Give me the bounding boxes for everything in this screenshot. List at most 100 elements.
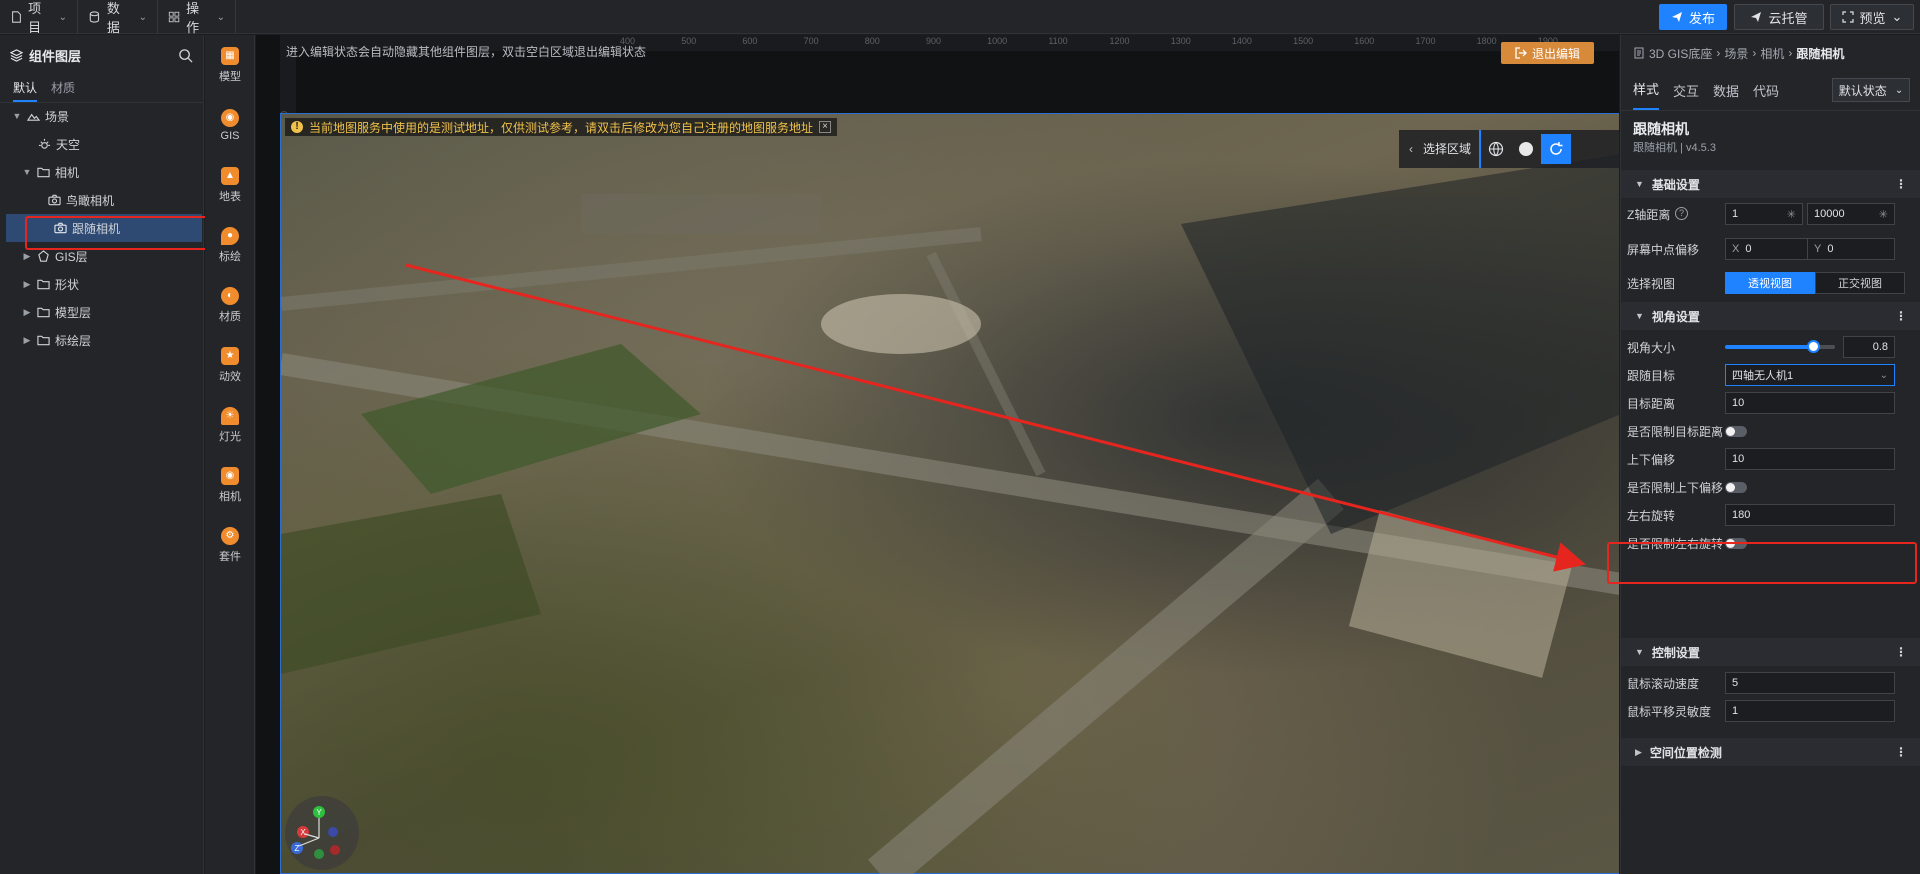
section-space-detection[interactable]: ▶ 空间位置检测 ⋮: [1621, 738, 1920, 766]
tree-item-shape[interactable]: ▶ 形状: [0, 270, 204, 298]
scroll-speed-input[interactable]: 5: [1725, 672, 1895, 694]
building-shadow: [1181, 154, 1619, 534]
tree-item-plot-layer[interactable]: ▶ 标绘层: [0, 326, 204, 354]
tree-item-sky[interactable]: 天空: [0, 130, 204, 158]
rotate-icon[interactable]: [1541, 134, 1572, 164]
tree-item-camera-folder[interactable]: ▼ 相机: [0, 158, 204, 186]
z-max-value: 10000: [1814, 208, 1845, 220]
tree-item-model-layer[interactable]: ▶ 模型层: [0, 298, 204, 326]
light-icon: ☀: [221, 406, 239, 425]
target-distance-input[interactable]: 10: [1725, 392, 1895, 414]
tool-label: 材质: [219, 310, 241, 323]
tool-camera[interactable]: ◉ 相机: [205, 459, 255, 511]
section-control[interactable]: ▼ 控制设置 ⋮: [1621, 638, 1920, 666]
tab-data[interactable]: 数据: [1713, 81, 1739, 100]
road: [281, 227, 982, 311]
close-icon[interactable]: ×: [819, 121, 832, 133]
more-icon[interactable]: ⋮: [1895, 745, 1907, 759]
sphere-icon[interactable]: [1511, 134, 1541, 164]
folder-icon: [37, 279, 50, 290]
menu-operate[interactable]: 操作 ⌄: [158, 0, 236, 35]
section-view[interactable]: ▼ 视角设置 ⋮: [1621, 302, 1920, 330]
help-icon[interactable]: ?: [1675, 207, 1688, 220]
breadcrumb-item[interactable]: 3D GIS底座: [1649, 45, 1712, 62]
z-max-input[interactable]: 10000 ✳: [1807, 203, 1895, 225]
tool-model[interactable]: ▦ 模型: [205, 39, 255, 91]
ruler-tick-label: 1800: [1476, 36, 1497, 46]
preview-button[interactable]: 预览 ⌄: [1830, 4, 1914, 30]
chevron-down-icon: ⌄: [1891, 9, 1903, 24]
field-label: 左右旋转: [1627, 508, 1676, 523]
state-select[interactable]: 默认状态 ⌄: [1832, 78, 1910, 102]
publish-label: 发布: [1688, 10, 1715, 26]
effect-icon: ★: [221, 346, 239, 365]
tab-interaction[interactable]: 交互: [1673, 81, 1699, 100]
offset-y-input[interactable]: Y0: [1807, 238, 1895, 260]
fullscreen-icon: [1841, 11, 1854, 23]
tree-item-aerial-camera[interactable]: 鸟瞰相机: [0, 186, 204, 214]
tab-default[interactable]: 默认: [13, 75, 38, 102]
limit-vertical-toggle[interactable]: [1725, 482, 1747, 493]
sky-icon: [38, 138, 51, 149]
annotation-highlight-box: [1607, 542, 1917, 584]
terrain-icon: ▲: [221, 166, 239, 185]
publish-button[interactable]: 发布: [1659, 4, 1727, 30]
chevron-left-icon[interactable]: ‹: [1409, 142, 1413, 156]
tab-code[interactable]: 代码: [1753, 81, 1779, 100]
tree-label: GIS层: [55, 249, 88, 264]
component-title: 跟随相机: [1633, 121, 1689, 137]
exit-edit-button[interactable]: 退出编辑: [1501, 42, 1594, 64]
fov-input[interactable]: 0.8: [1843, 336, 1895, 358]
pan-sensitivity-input[interactable]: 1: [1725, 700, 1895, 722]
offset-y-value: 0: [1827, 243, 1834, 255]
tree-item-scene[interactable]: ▼ 场景: [0, 102, 204, 130]
svg-text:Y: Y: [316, 808, 322, 817]
tab-style[interactable]: 样式: [1633, 72, 1660, 110]
target-select[interactable]: 四轴无人机1 ⌄: [1725, 364, 1895, 386]
breadcrumb-item[interactable]: 场景: [1724, 45, 1748, 62]
vertical-offset-input[interactable]: 10: [1725, 448, 1895, 470]
offset-x-input[interactable]: X0: [1725, 238, 1813, 260]
more-icon[interactable]: ⋮: [1895, 309, 1907, 323]
tool-gis[interactable]: ◉ GIS: [205, 99, 255, 151]
send-icon: [1671, 12, 1682, 22]
caret-down-icon: ▼: [12, 111, 22, 121]
cloud-hosting-button[interactable]: 云托管: [1734, 4, 1824, 30]
axis-gizmo[interactable]: Y X Z: [285, 796, 359, 870]
view-perspective-option[interactable]: 透视视图: [1725, 272, 1815, 294]
tool-material[interactable]: ◐ 材质: [205, 279, 255, 331]
tool-kit[interactable]: ⚙ 套件: [205, 519, 255, 571]
tree-label: 天空: [56, 137, 81, 152]
globe-icon[interactable]: [1481, 134, 1511, 164]
document-icon: [1634, 47, 1644, 59]
limit-distance-toggle[interactable]: [1725, 426, 1747, 437]
menu-data[interactable]: 数据 ⌄: [78, 0, 158, 35]
view-orthographic-option[interactable]: 正交视图: [1815, 272, 1905, 294]
more-icon[interactable]: ⋮: [1895, 645, 1907, 659]
field-label: 是否限制目标距离: [1627, 424, 1724, 439]
field-label: 鼠标平移灵敏度: [1627, 704, 1712, 719]
tab-material[interactable]: 材质: [51, 75, 75, 102]
rotate-input[interactable]: 180: [1725, 504, 1895, 526]
field-label: 目标距离: [1627, 396, 1676, 411]
tool-effect[interactable]: ★ 动效: [205, 339, 255, 391]
tool-terrain[interactable]: ▲ 地表: [205, 159, 255, 211]
more-icon[interactable]: ⋮: [1895, 177, 1907, 191]
search-icon[interactable]: [178, 48, 193, 63]
z-min-input[interactable]: 1 ✳: [1725, 203, 1803, 225]
fov-slider-knob[interactable]: [1807, 340, 1820, 353]
camera-icon: [48, 194, 61, 206]
fov-slider[interactable]: [1725, 340, 1835, 353]
tool-label: 动效: [219, 370, 241, 383]
section-title: 视角设置: [1651, 309, 1700, 324]
editor-canvas[interactable]: 400 500 600 700 800 900 1000 1100 1200 1300 1400 15…: [256, 35, 1619, 874]
tool-light[interactable]: ☀ 灯光: [205, 399, 255, 451]
cloud-hosting-label: 云托管: [1768, 10, 1808, 26]
menu-project[interactable]: 项目 ⌄: [0, 0, 78, 35]
breadcrumb-item[interactable]: 相机: [1760, 45, 1784, 62]
tool-plot[interactable]: ● 标绘: [205, 219, 255, 271]
grid-icon: [168, 11, 180, 23]
menu-project-label: 项目: [28, 1, 42, 35]
section-basic[interactable]: ▼ 基础设置 ⋮: [1621, 170, 1920, 198]
gis-map-view[interactable]: ! 当前地图服务中使用的是测试地址，仅供测试参考，请双击后修改为您自己注册的地图…: [280, 113, 1619, 874]
